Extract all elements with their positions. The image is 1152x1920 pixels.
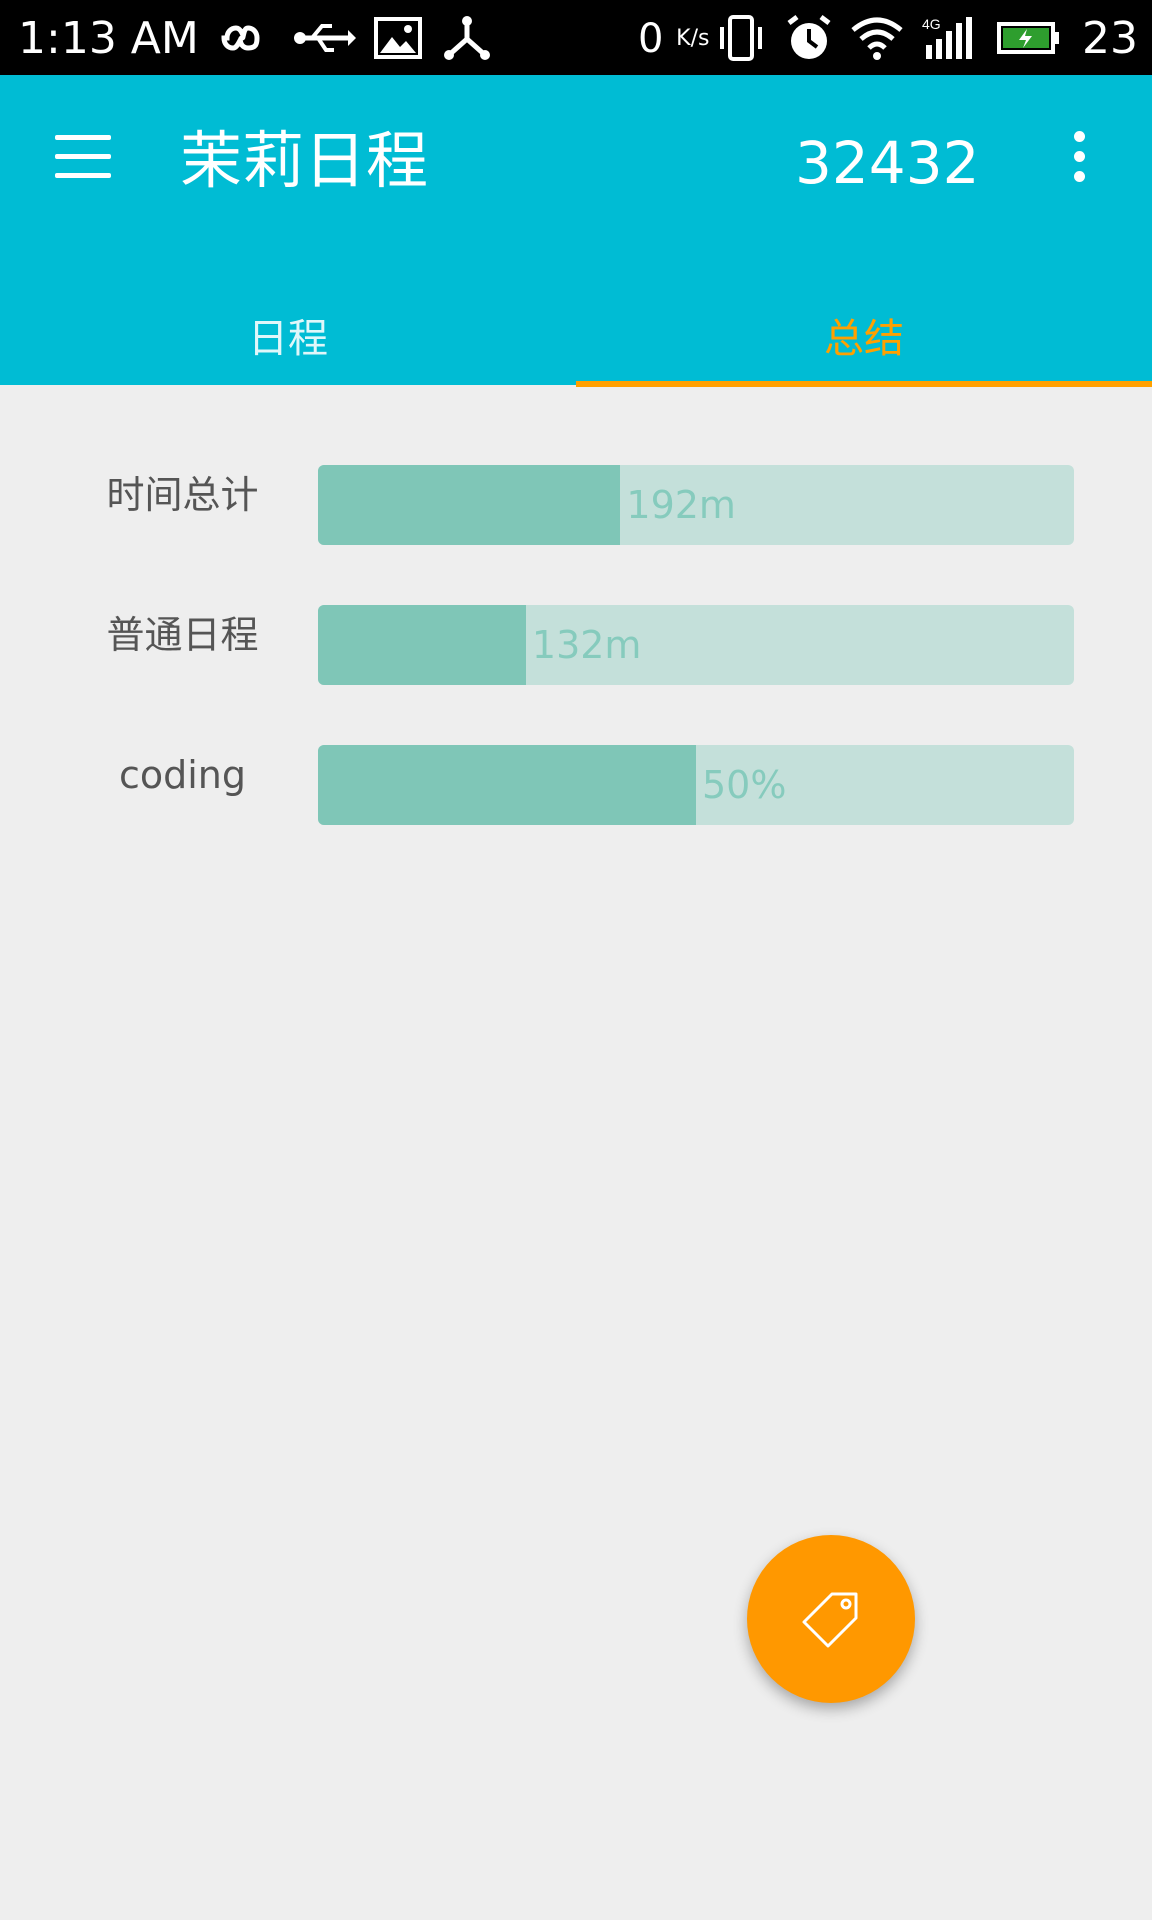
summary-row-total-time: 时间总计 192m: [0, 465, 1152, 605]
summary-progress-bar: 50%: [318, 745, 1074, 825]
app-count: 32432: [795, 129, 980, 197]
tag-icon: [802, 1592, 858, 1648]
svg-text:4G: 4G: [922, 16, 941, 32]
app-title: 茉莉日程: [180, 124, 429, 197]
signal-4g-icon: 4G: [920, 14, 976, 62]
wifi-icon: [850, 14, 904, 62]
summary-progress-bar: 192m: [318, 465, 1074, 545]
infinity-icon: [212, 14, 272, 62]
summary-label: 时间总计: [106, 473, 259, 517]
summary-row-normal-schedule: 普通日程 132m: [0, 605, 1152, 745]
summary-progress-fill: [318, 745, 696, 825]
summary-list: 时间总计 192m 普通日程 132m coding 50%: [0, 465, 1152, 885]
tab-bar: 日程 总结: [0, 285, 1152, 385]
summary-progress-bar: 132m: [318, 605, 1074, 685]
vibrate-icon: [716, 14, 766, 62]
battery-percentage: 23: [1082, 13, 1138, 64]
add-tag-button[interactable]: [747, 1535, 915, 1703]
network-speed: 0 K/s: [638, 16, 710, 62]
app-bar: 茉莉日程 32432 日程 总结: [0, 75, 1152, 387]
battery-charging-icon: [996, 14, 1062, 62]
summary-label: 普通日程: [106, 613, 259, 657]
alarm-icon: [784, 14, 834, 62]
tab-schedule[interactable]: 日程: [0, 285, 576, 385]
summary-row-coding: coding 50%: [0, 745, 1152, 885]
more-vert-icon[interactable]: [1064, 131, 1094, 187]
menu-icon[interactable]: [55, 135, 111, 179]
tab-summary[interactable]: 总结: [576, 285, 1152, 385]
usb-icon: [292, 14, 356, 62]
summary-progress-fill: [318, 605, 526, 685]
summary-value: 50%: [702, 763, 787, 807]
status-time: 1:13 AM: [18, 13, 199, 64]
image-icon: [372, 14, 424, 62]
summary-label: coding: [118, 753, 247, 797]
status-bar: 1:13 AM 0 K/s 4G 23: [0, 0, 1152, 75]
summary-progress-fill: [318, 465, 621, 545]
summary-value: 132m: [531, 623, 642, 667]
tab-indicator: [576, 381, 1152, 387]
summary-value: 192m: [626, 483, 736, 527]
share-icon: [442, 14, 492, 62]
